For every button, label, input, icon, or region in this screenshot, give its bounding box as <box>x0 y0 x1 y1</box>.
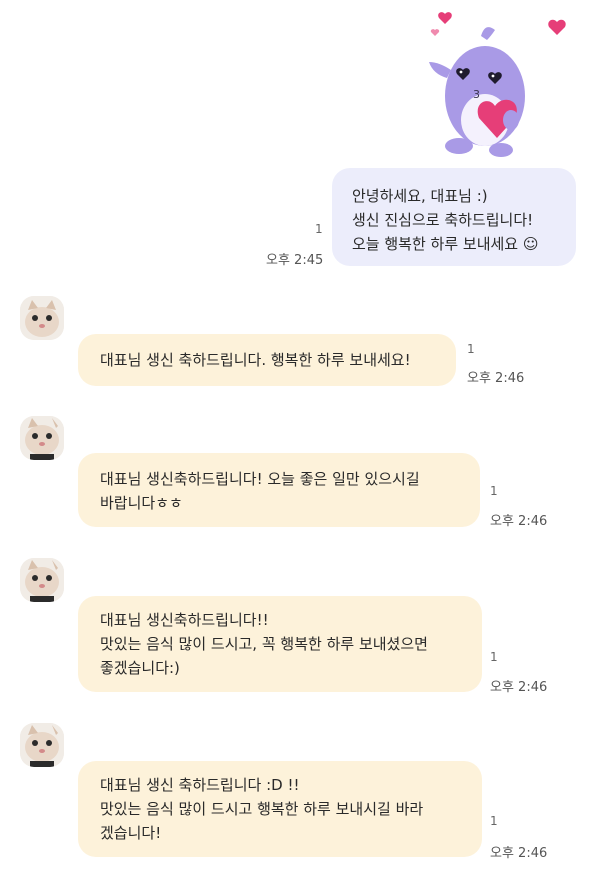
unread-count: 1 <box>315 222 323 236</box>
cat-avatar-icon <box>20 558 64 602</box>
message-line: 맛있는 음식 많이 드시고, 꼭 행복한 하루 보내셨으면 <box>100 635 428 653</box>
incoming-message-bubble[interactable]: 대표님 생신축하드립니다!! 맛있는 음식 많이 드시고, 꼭 행복한 하루 보… <box>78 596 482 692</box>
unread-count: 1 <box>490 650 498 664</box>
message-line: 생신 진심으로 축하드립니다! <box>352 211 534 229</box>
avatar[interactable] <box>20 296 64 340</box>
svg-text:3: 3 <box>473 88 480 101</box>
message-line: 대표님 생신 축하드립니다 :D !! <box>100 776 300 794</box>
avatar[interactable] <box>20 558 64 602</box>
message-line: 대표님 생신축하드립니다!! <box>100 611 269 629</box>
message-line: 안녕하세요, 대표님 :) <box>352 187 488 205</box>
incoming-message-bubble[interactable]: 대표님 생신 축하드립니다 :D !! 맛있는 음식 많이 드시고 행복한 하루… <box>78 761 482 857</box>
incoming-message-bubble[interactable]: 대표님 생신 축하드립니다. 행복한 하루 보내세요! <box>78 334 456 386</box>
message-line: 대표님 생신축하드립니다! 오늘 좋은 일만 있으시길 <box>100 470 420 488</box>
message-time: 오후 2:46 <box>490 680 548 695</box>
message-line: 바랍니다ㅎㅎ <box>100 494 183 512</box>
unread-count: 1 <box>490 814 498 828</box>
chat-room: 3 안녕하세요, 대표님 :) 생신 진심으로 축하드립니다! 오늘 행복한 하… <box>0 0 600 874</box>
sticker-message[interactable]: 3 <box>415 8 575 163</box>
purple-character-heart-sticker-icon: 3 <box>429 12 566 157</box>
message-line: 오늘 행복한 하루 보내세요 ☺ <box>352 235 539 253</box>
cat-avatar-icon <box>20 296 64 340</box>
avatar[interactable] <box>20 416 64 460</box>
cat-avatar-icon <box>20 416 64 460</box>
avatar[interactable] <box>20 723 64 767</box>
unread-count: 1 <box>467 342 475 356</box>
message-time: 오후 2:46 <box>467 371 525 386</box>
message-time: 오후 2:46 <box>490 514 548 529</box>
message-line: 겠습니다! <box>100 824 162 842</box>
message-time: 오후 2:46 <box>490 846 548 861</box>
cat-avatar-icon <box>20 723 64 767</box>
message-line: 좋겠습니다:) <box>100 659 180 677</box>
outgoing-message-bubble[interactable]: 안녕하세요, 대표님 :) 생신 진심으로 축하드립니다! 오늘 행복한 하루 … <box>332 168 576 266</box>
incoming-message-bubble[interactable]: 대표님 생신축하드립니다! 오늘 좋은 일만 있으시길 바랍니다ㅎㅎ <box>78 453 480 527</box>
message-line: 맛있는 음식 많이 드시고 행복한 하루 보내시길 바라 <box>100 800 424 818</box>
message-line: 대표님 생신 축하드립니다. 행복한 하루 보내세요! <box>100 351 411 369</box>
message-time: 오후 2:45 <box>266 253 324 268</box>
unread-count: 1 <box>490 484 498 498</box>
